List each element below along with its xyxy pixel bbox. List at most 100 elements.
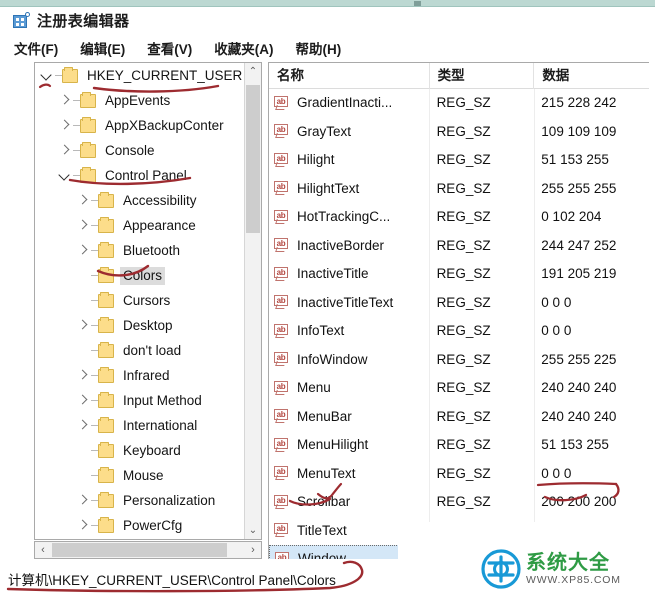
- folder-icon: [98, 216, 114, 233]
- table-row[interactable]: ab Hilight REG_SZ 51 153 255: [269, 146, 649, 175]
- tree-item-international[interactable]: International: [35, 413, 244, 438]
- column-header-data[interactable]: 数据: [533, 63, 649, 89]
- table-row[interactable]: ab HotTrackingC... REG_SZ 0 102 204: [269, 203, 649, 232]
- chevron-right-icon[interactable]: [75, 493, 91, 509]
- menu-file[interactable]: 文件(F): [14, 38, 58, 58]
- tree-item-appevents[interactable]: AppEvents: [35, 88, 244, 113]
- tree-hscroll-thumb[interactable]: [52, 543, 227, 557]
- table-row[interactable]: ab InactiveTitleText REG_SZ 0 0 0: [269, 289, 649, 318]
- menu-bar: 文件(F) 编辑(E) 查看(V) 收藏夹(A) 帮助(H): [0, 36, 655, 60]
- tree-item-label: Bluetooth: [123, 242, 181, 258]
- tree-item-quick-actions[interactable]: Quick Actions: [35, 538, 244, 539]
- tree-item-label: Cursors: [123, 292, 171, 308]
- tree-connector-line: [73, 175, 80, 176]
- tree-connector-line: [91, 475, 98, 476]
- value-name-cell: ab InactiveTitle: [269, 260, 429, 289]
- table-row[interactable]: ab Menu REG_SZ 240 240 240: [269, 374, 649, 403]
- tree-horizontal-scrollbar[interactable]: ‹ ›: [34, 541, 262, 559]
- table-row[interactable]: ab Scrollbar REG_SZ 200 200 200: [269, 488, 649, 517]
- chevron-down-icon[interactable]: [39, 68, 55, 84]
- table-row[interactable]: ab InfoText REG_SZ 0 0 0: [269, 317, 649, 346]
- chevron-right-icon[interactable]: [75, 243, 91, 259]
- tree-item-control-panel[interactable]: Control Panel: [35, 163, 244, 188]
- value-type-cell: REG_SZ: [436, 437, 491, 452]
- ab-string-value-icon: ab: [274, 323, 290, 339]
- value-type-cell: REG_SZ: [436, 123, 491, 139]
- table-row[interactable]: ab InactiveTitle REG_SZ 191 205 219: [269, 260, 649, 289]
- tree-connector-line: [91, 325, 98, 326]
- menu-view[interactable]: 查看(V): [147, 38, 192, 58]
- chevron-right-icon[interactable]: [57, 118, 73, 134]
- tree-item-powercfg[interactable]: PowerCfg: [35, 513, 244, 538]
- table-row[interactable]: ab HilightText REG_SZ 255 255 255: [269, 175, 649, 204]
- tree-scroll-left-button[interactable]: ‹: [35, 542, 51, 558]
- tree-item-label: Console: [105, 142, 155, 158]
- tree-item-input-method[interactable]: Input Method: [35, 388, 244, 413]
- table-row[interactable]: ab MenuHilight REG_SZ 51 153 255: [269, 431, 649, 460]
- tree-item-don-t-load[interactable]: don't load: [35, 338, 244, 363]
- tree-item-cursors[interactable]: Cursors: [35, 288, 244, 313]
- folder-icon: [98, 191, 114, 208]
- ab-string-value-icon: ab: [274, 380, 290, 396]
- ab-string-value-icon: ab: [274, 152, 290, 168]
- menu-favorites[interactable]: 收藏夹(A): [214, 38, 273, 58]
- table-row[interactable]: ab Window REG_SZ 255 255 255: [269, 545, 649, 559]
- table-row[interactable]: ab TitleText REG_SZ 0 0 0: [269, 517, 649, 546]
- tree-item-keyboard[interactable]: Keyboard: [35, 438, 244, 463]
- tree-item-personalization[interactable]: Personalization: [35, 488, 244, 513]
- tree-vscroll-thumb[interactable]: [246, 85, 260, 233]
- value-data-cell: 244 247 252: [541, 237, 617, 253]
- chevron-right-icon[interactable]: [75, 393, 91, 409]
- tree-item-hkey-current-user[interactable]: HKEY_CURRENT_USER: [35, 63, 244, 88]
- table-row[interactable]: ab GradientInacti... REG_SZ 215 228 242: [269, 89, 649, 118]
- table-row[interactable]: ab MenuBar REG_SZ 240 240 240: [269, 403, 649, 432]
- table-row[interactable]: ab InactiveBorder REG_SZ 244 247 252: [269, 232, 649, 261]
- table-row[interactable]: ab MenuText REG_SZ 0 0 0: [269, 460, 649, 489]
- table-row[interactable]: ab InfoWindow REG_SZ 255 255 225: [269, 346, 649, 375]
- chevron-right-icon[interactable]: [75, 368, 91, 384]
- value-name-label: Window: [298, 551, 347, 559]
- value-data-cell: 255 255 255: [541, 180, 617, 196]
- tree-item-infrared[interactable]: Infrared: [35, 363, 244, 388]
- chevron-right-icon[interactable]: [75, 518, 91, 534]
- tree-item-appearance[interactable]: Appearance: [35, 213, 244, 238]
- tree-item-bluetooth[interactable]: Bluetooth: [35, 238, 244, 263]
- chevron-right-icon[interactable]: [57, 143, 73, 159]
- chevron-right-icon[interactable]: [75, 318, 91, 334]
- menu-help[interactable]: 帮助(H): [296, 38, 342, 58]
- tree-item-console[interactable]: Console: [35, 138, 244, 163]
- value-type-cell: REG_SZ: [436, 408, 491, 424]
- column-header-name[interactable]: 名称: [269, 63, 429, 89]
- chevron-right-icon[interactable]: [57, 93, 73, 109]
- value-data-cell: 191 205 219: [541, 266, 617, 281]
- tree-item-label: Accessibility: [123, 192, 197, 208]
- tree-item-accessibility[interactable]: Accessibility: [35, 188, 244, 213]
- tree-item-label: Personalization: [123, 492, 216, 508]
- folder-icon: [98, 516, 114, 533]
- value-data-cell: 0 0 0: [541, 465, 572, 481]
- tree-scroll-right-button[interactable]: ›: [245, 542, 261, 558]
- column-header-type[interactable]: 类型: [428, 63, 534, 89]
- tree-scroll-up-button[interactable]: ⌃: [245, 63, 261, 80]
- value-data-cell: 51 153 255: [541, 437, 609, 452]
- tree-item-label: International: [123, 417, 198, 433]
- folder-icon: [98, 241, 114, 258]
- ab-string-value-icon: ab: [274, 352, 290, 367]
- table-row[interactable]: ab GrayText REG_SZ 109 109 109: [269, 118, 649, 147]
- tree-item-desktop[interactable]: Desktop: [35, 313, 244, 338]
- tree-item-appxbackupconter[interactable]: AppXBackupConter: [35, 113, 244, 138]
- tree-connector-line: [91, 225, 98, 226]
- tree-vertical-scrollbar[interactable]: ⌃ ⌄: [244, 63, 261, 539]
- value-name-cell: ab HilightText: [269, 175, 429, 204]
- menu-edit[interactable]: 编辑(E): [80, 38, 125, 58]
- chevron-right-icon[interactable]: [75, 193, 91, 209]
- tree-scroll-down-button[interactable]: ⌄: [245, 522, 261, 539]
- chevron-down-icon[interactable]: [57, 168, 73, 184]
- tree-item-colors[interactable]: Colors: [35, 263, 244, 288]
- chevron-right-icon[interactable]: [75, 418, 91, 434]
- tree-item-mouse[interactable]: Mouse: [35, 463, 244, 488]
- window-title: 注册表编辑器: [37, 13, 130, 30]
- chevron-right-icon[interactable]: [75, 218, 91, 234]
